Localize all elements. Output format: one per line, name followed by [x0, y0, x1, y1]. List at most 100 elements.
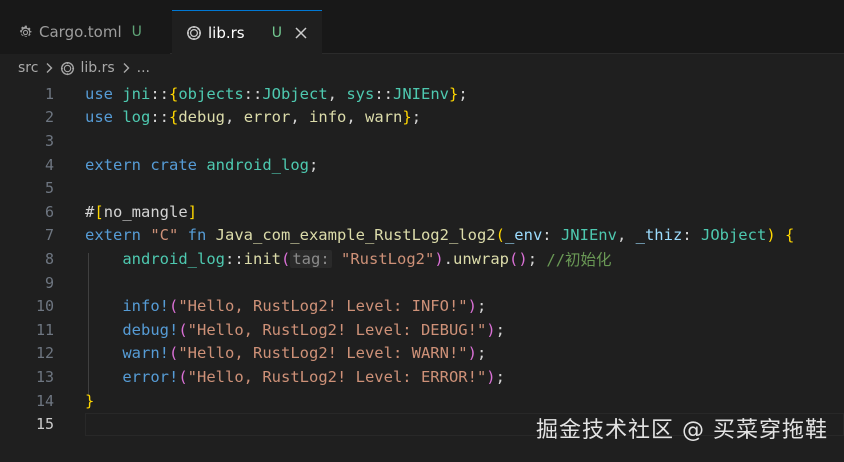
- code-token: .: [443, 249, 454, 268]
- line-number: 2: [44, 108, 54, 127]
- code-token: (: [280, 249, 291, 268]
- line-number: 6: [44, 202, 54, 221]
- code-token: ,: [290, 108, 310, 127]
- tab-label: Cargo.toml: [39, 23, 122, 41]
- code-line[interactable]: 3: [0, 129, 844, 153]
- tab-lib-rs[interactable]: lib.rs U: [172, 10, 322, 54]
- code-token: ,: [225, 108, 244, 127]
- code-token: crate: [150, 155, 207, 174]
- code-token: }: [449, 84, 459, 103]
- code-line[interactable]: 13 error!("Hello, RustLog2! Level: ERROR…: [0, 365, 844, 389]
- code-token: {: [784, 226, 795, 245]
- code-token: JObject: [700, 226, 767, 245]
- code-token: fn: [187, 226, 216, 245]
- code-token: :: [542, 226, 561, 245]
- line-number: 15: [35, 415, 54, 434]
- code-line[interactable]: 14}: [0, 389, 844, 413]
- code-token: {: [169, 84, 179, 103]
- code-token: ): [467, 344, 477, 363]
- code-token: (: [178, 320, 188, 339]
- code-token: _env: [504, 226, 543, 245]
- code-token: warn!: [122, 344, 169, 363]
- code-token: extern: [85, 155, 151, 174]
- code-token: jni: [122, 84, 151, 103]
- code-line[interactable]: 7 extern "C" fn Java_com_example_RustLog2…: [0, 224, 844, 248]
- code-token: ;: [476, 344, 487, 363]
- code-token: no_mangle: [103, 202, 188, 221]
- code-line[interactable]: 11 debug!("Hello, RustLog2! Level: DEBUG…: [0, 318, 844, 342]
- code-token: ,: [616, 226, 636, 245]
- code-text: extern crate android_log;: [85, 153, 844, 176]
- code-line[interactable]: 1 use jni::{objects:: JObject, sys:: JNIEnv…: [0, 82, 844, 106]
- breadcrumb-file-label: lib.rs: [80, 60, 115, 76]
- code-token: {: [169, 108, 179, 127]
- code-token: "RustLog2": [341, 249, 435, 268]
- code-token: }: [402, 108, 412, 127]
- code-token: "C": [150, 226, 188, 245]
- line-number: 14: [35, 391, 54, 410]
- code-line[interactable]: 5: [0, 176, 844, 200]
- code-token: ::: [224, 249, 244, 268]
- code-token: ,: [346, 108, 366, 127]
- code-line[interactable]: 2 use log::{debug, error, info, warn};: [0, 106, 844, 130]
- close-icon[interactable]: [292, 24, 310, 42]
- code-line[interactable]: 4 extern crate android_log;: [0, 153, 844, 177]
- chevron-right-icon: [121, 62, 131, 74]
- line-number: 8: [44, 249, 54, 268]
- code-token: ;: [495, 320, 505, 339]
- line-number: 9: [44, 273, 54, 292]
- code-token: "Hello, RustLog2! Level: ERROR!": [187, 367, 487, 386]
- breadcrumb-more[interactable]: ...: [137, 60, 150, 76]
- code-token: error!: [122, 367, 179, 386]
- code-token: debug: [178, 108, 226, 127]
- watermark: 掘金技术社区 @ 买菜穿拖鞋: [536, 418, 828, 443]
- code-token: ;: [495, 367, 505, 386]
- code-line[interactable]: 6 #[no_mangle]: [0, 200, 844, 224]
- code-token: info!: [122, 297, 169, 316]
- code-text: extern "C" fn Java_com_example_RustLog2_…: [85, 224, 844, 247]
- breadcrumb-folder[interactable]: src: [18, 60, 38, 76]
- code-line[interactable]: 12 warn!("Hello, RustLog2! Level: WARN!"…: [0, 342, 844, 366]
- code-text: use jni::{objects:: JObject, sys:: JNIEnv}…: [85, 82, 844, 105]
- code-token: sys: [346, 84, 375, 103]
- code-token: #: [85, 202, 95, 221]
- code-token: (: [169, 344, 179, 363]
- tab-label: lib.rs: [208, 23, 245, 42]
- code-token: ;: [411, 108, 422, 127]
- code-editor[interactable]: 1 use jni::{objects:: JObject, sys:: JNIEnv…: [0, 82, 844, 462]
- code-text: use log::{debug, error, info, warn};: [85, 106, 844, 129]
- code-token: [: [94, 202, 104, 221]
- code-text: #[no_mangle]: [85, 200, 844, 223]
- code-line[interactable]: 8 android_log:: init(tag: "RustLog2"). unw…: [0, 247, 844, 271]
- code-token: }: [85, 391, 95, 410]
- code-token: :: [682, 226, 701, 245]
- code-line[interactable]: 9: [0, 271, 844, 295]
- tab-cargo-toml[interactable]: Cargo.toml U: [0, 10, 170, 54]
- code-token: ::: [150, 108, 169, 127]
- breadcrumb-file[interactable]: lib.rs: [60, 60, 115, 76]
- code-token: error: [243, 108, 291, 127]
- code-token: (): [509, 249, 528, 268]
- code-token: ): [486, 320, 496, 339]
- line-number: 11: [35, 320, 54, 339]
- code-token: unwrap: [453, 249, 510, 268]
- code-text: error!("Hello, RustLog2! Level: ERROR!")…: [85, 365, 844, 388]
- code-token: warn: [365, 108, 403, 127]
- code-token: android_log: [206, 155, 309, 174]
- code-token: ]: [187, 202, 198, 221]
- code-token: JObject: [262, 84, 328, 103]
- code-token: ,: [327, 84, 347, 103]
- code-token: _thiz: [635, 226, 683, 245]
- code-token: "Hello, RustLog2! Level: DEBUG!": [187, 320, 487, 339]
- code-text: warn!("Hello, RustLog2! Level: WARN!");: [85, 342, 844, 365]
- code-token: objects: [178, 84, 244, 103]
- code-line[interactable]: 10 info!("Hello, RustLog2! Level: INFO!"…: [0, 294, 844, 318]
- code-token: use: [85, 84, 123, 103]
- code-token: log: [122, 108, 151, 127]
- code-token: ): [434, 249, 444, 268]
